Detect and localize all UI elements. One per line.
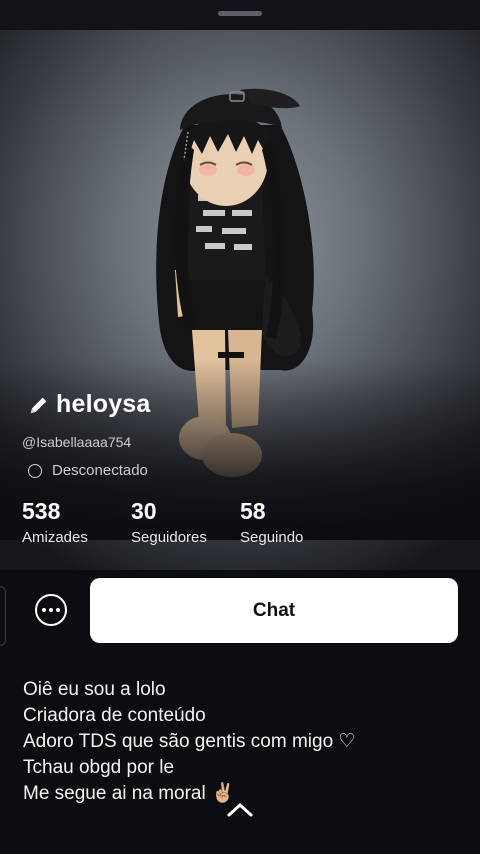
bio-line: Criadora de conteúdo: [23, 705, 206, 726]
bio-line: Adoro TDS que são gentis com migo ♡: [23, 731, 356, 752]
stat-label: Amizades: [22, 529, 88, 546]
presence-status: Desconectado: [28, 462, 148, 479]
stat-value: 538: [22, 498, 61, 524]
side-panel-edge[interactable]: [0, 586, 6, 646]
chat-button[interactable]: Chat: [90, 578, 458, 643]
profile-stats: 538 Amizades 30 Seguidores 58 Seguindo: [22, 498, 462, 550]
display-name: heloysa: [56, 390, 151, 418]
presence-label: Desconectado: [52, 462, 148, 479]
stat-label: Seguidores: [131, 529, 207, 546]
bio-text: Oiê eu sou a lolo Criadora de conteúdo A…: [23, 677, 463, 807]
stat-following[interactable]: 58 Seguindo: [240, 498, 303, 546]
display-name-row[interactable]: heloysa: [28, 390, 151, 419]
stat-value: 30: [131, 498, 157, 524]
more-options-icon[interactable]: [35, 594, 67, 626]
pencil-icon[interactable]: [28, 394, 50, 416]
sheet-header: [0, 0, 480, 30]
stat-value: 58: [240, 498, 266, 524]
username: @Isabellaaaa754: [22, 434, 132, 450]
bio-line: Oiê eu sou a lolo: [23, 679, 166, 700]
chevron-up-icon[interactable]: [226, 802, 254, 818]
stat-friends[interactable]: 538 Amizades: [22, 498, 88, 546]
stat-label: Seguindo: [240, 529, 304, 546]
stat-followers[interactable]: 30 Seguidores: [131, 498, 207, 546]
drag-handle[interactable]: [218, 11, 262, 16]
bio-line: Tchau obgd por le: [23, 757, 175, 778]
offline-circle-icon: [28, 463, 42, 478]
